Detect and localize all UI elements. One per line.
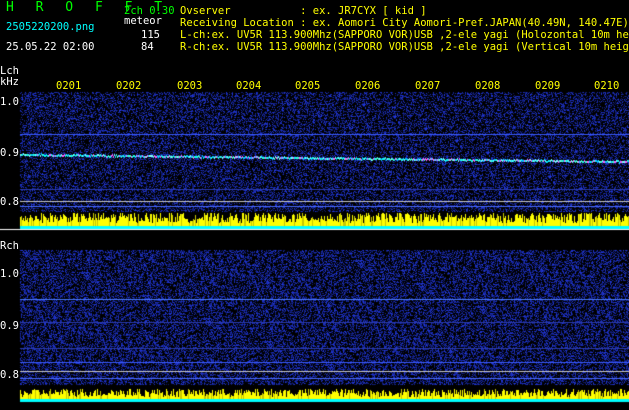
time-tick: 0207	[415, 80, 441, 92]
meteor-label: meteor	[124, 15, 162, 27]
filename-label: 2505220200.png	[6, 21, 95, 33]
observer-label: Ovserver : ex. JR7CYX [ kid ]	[180, 5, 427, 17]
time-tick: 0202	[116, 80, 142, 92]
lch-tick-1: 1.0	[0, 96, 19, 108]
rch-tick-1: 1.0	[0, 268, 19, 280]
spectrogram-canvas	[0, 0, 629, 410]
time-tick: 0203	[177, 80, 203, 92]
time-tick: 0209	[535, 80, 561, 92]
location-label: Receiving Location : ex. Aomori City Aom…	[180, 17, 629, 29]
lch-unit: kHz	[0, 76, 19, 88]
lch-tick-3: 0.8	[0, 196, 19, 208]
lch-meteor-count: 115	[141, 29, 160, 41]
time-tick: 0206	[355, 80, 381, 92]
time-tick: 0201	[56, 80, 82, 92]
datetime-label: 25.05.22 02:00	[6, 41, 95, 53]
lch-tick-2: 0.9	[0, 147, 19, 159]
time-tick: 0208	[475, 80, 501, 92]
rch-tick-3: 0.8	[0, 369, 19, 381]
rch-label: Rch	[0, 240, 19, 252]
time-tick: 0205	[295, 80, 321, 92]
time-tick: 0204	[236, 80, 262, 92]
rch-meteor-count: 84	[141, 41, 154, 53]
time-tick: 0210	[594, 80, 620, 92]
lch-description: L-ch:ex. UV5R 113.900Mhz(SAPPORO VOR)USB…	[180, 29, 629, 41]
rch-description: R-ch:ex. UV5R 113.900Mhz(SAPPORO VOR)USB…	[180, 41, 629, 53]
rch-tick-2: 0.9	[0, 320, 19, 332]
